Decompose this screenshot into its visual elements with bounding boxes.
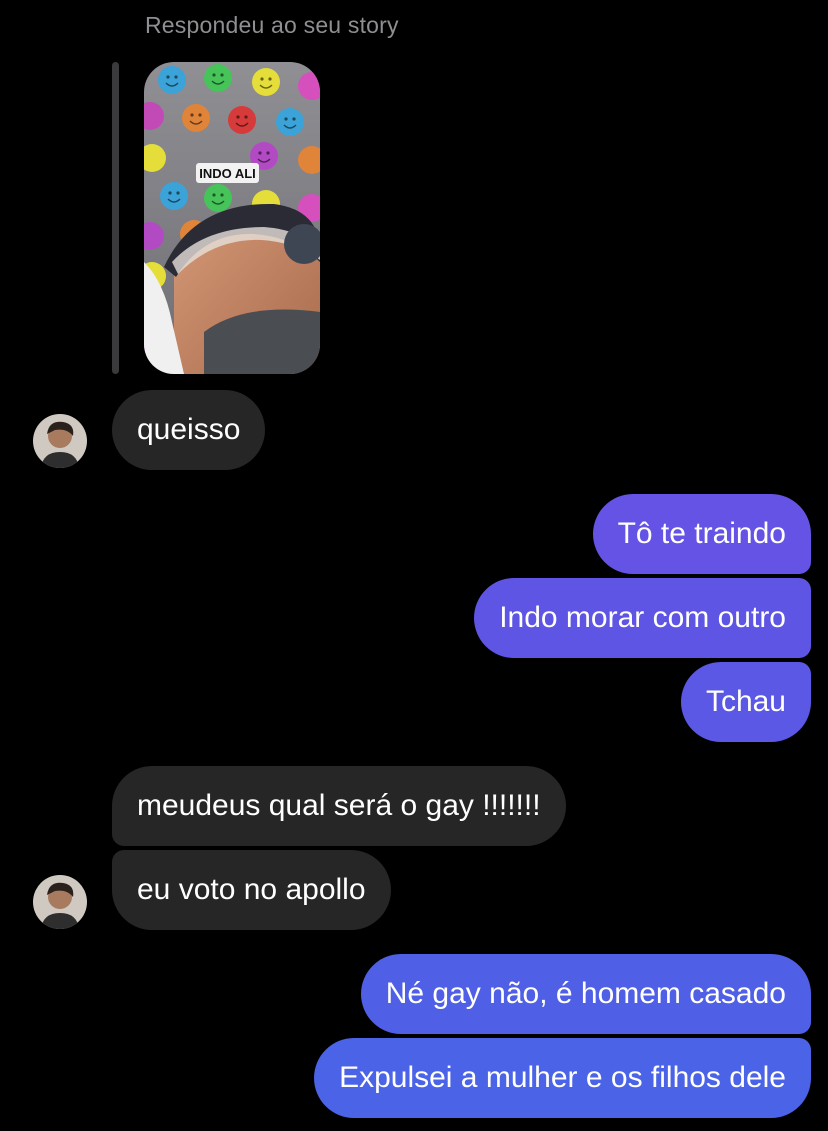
message-bubble[interactable]: Tô te traindo — [592, 494, 811, 574]
indo-ali-sticker: INDO ALI — [196, 163, 259, 183]
reply-quote-bar — [112, 62, 119, 374]
contact-avatar[interactable] — [33, 414, 87, 468]
reply-header: Respondeu ao seu story — [145, 12, 399, 38]
contact-avatar[interactable] — [33, 875, 87, 929]
message-bubble[interactable]: Né gay não, é homem casado — [360, 954, 811, 1034]
message-bubble[interactable]: queisso — [112, 390, 266, 470]
message-bubble[interactable]: Expulsei a mulher e os filhos dele — [314, 1038, 811, 1118]
message-bubble[interactable]: eu voto no apollo — [112, 850, 391, 930]
story-thumbnail[interactable]: INDO ALI — [144, 62, 320, 374]
message-bubble[interactable]: Indo morar com outro — [474, 578, 811, 658]
message-bubble[interactable]: meudeus qual será o gay !!!!!!! — [112, 766, 566, 846]
sticker-text: INDO ALI — [199, 166, 256, 181]
message-bubble[interactable]: Tchau — [680, 662, 811, 742]
